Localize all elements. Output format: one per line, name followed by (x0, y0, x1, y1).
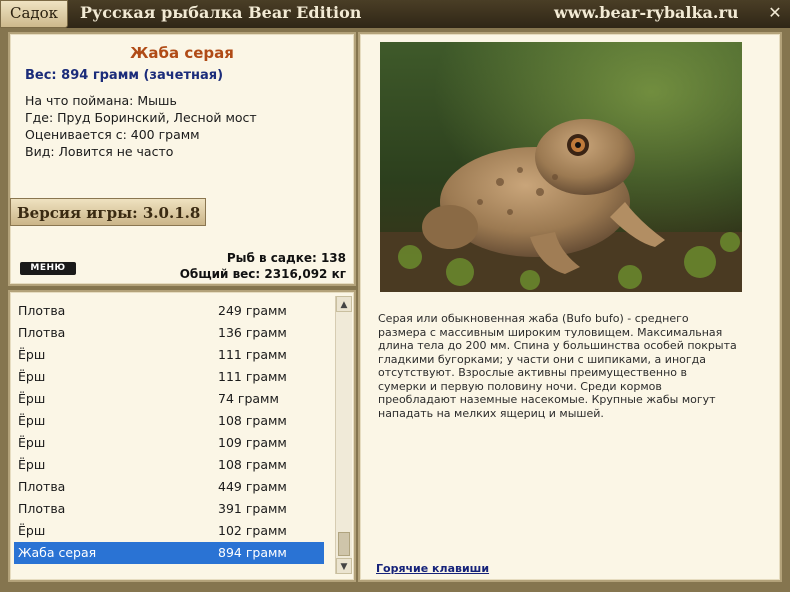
fish-name: Жаба серая (130, 44, 234, 62)
list-item[interactable]: Ёрш 108 грамм (14, 454, 324, 476)
tab-sadok[interactable]: Садок (0, 0, 68, 28)
list-item[interactable]: Ёрш 111 грамм (14, 366, 324, 388)
list-item-weight: 109 грамм (218, 435, 287, 450)
fish-details: На что поймана: Мышь Где: Пруд Боринский… (25, 92, 257, 160)
fish-weight: Вес: 894 грамм (зачетная) (25, 68, 224, 83)
detail-location: Где: Пруд Боринский, Лесной мост (25, 110, 257, 125)
fish-info-panel: Жаба серая Вес: 894 грамм (зачетная) На … (8, 32, 356, 286)
catch-list-panel: Плотва 249 грамм Плотва 136 грамм Ёрш 111 гра… (8, 290, 356, 582)
list-item-name: Плотва (18, 479, 66, 494)
list-item[interactable]: Ёрш 74 грамм (14, 388, 324, 410)
list-item-weight: 894 грамм (218, 545, 287, 560)
list-item[interactable]: Плотва 391 грамм (14, 498, 324, 520)
scroll-up-icon[interactable]: ▲ (336, 296, 352, 312)
list-item[interactable]: Ёрш 109 грамм (14, 432, 324, 454)
list-item-weight: 111 грамм (218, 347, 287, 362)
toad-illustration (380, 42, 742, 292)
list-item-weight: 108 грамм (218, 413, 287, 428)
list-item-name: Ёрш (18, 391, 46, 406)
list-item[interactable]: Ёрш 102 грамм (14, 520, 324, 542)
list-item-name: Ёрш (18, 457, 46, 472)
catch-list: Плотва 249 грамм Плотва 136 грамм Ёрш 111 гра… (14, 300, 324, 564)
list-item-name: Плотва (18, 303, 66, 318)
detail-rarity: Вид: Ловится не часто (25, 144, 174, 159)
fish-description: Серая или обыкновенная жаба (Bufo bufo) … (378, 312, 737, 420)
list-item-name: Ёрш (18, 413, 46, 428)
list-item[interactable]: Жаба серая 894 грамм (14, 542, 324, 564)
title-bar: Садок Русская рыбалка Bear Edition www.b… (0, 0, 790, 28)
fish-description-panel: Серая или обыкновенная жаба (Bufo bufo) … (358, 32, 782, 582)
list-item-name: Жаба серая (18, 545, 97, 560)
list-item-name: Плотва (18, 325, 66, 340)
list-item-weight: 111 грамм (218, 369, 287, 384)
menu-button[interactable]: МЕНЮ (20, 262, 76, 275)
site-link[interactable]: www.bear-rybalka.ru (554, 3, 739, 22)
list-item-name: Плотва (18, 501, 66, 516)
close-icon[interactable]: ✕ (766, 4, 784, 22)
list-item[interactable]: Ёрш 111 грамм (14, 344, 324, 366)
keepnet-stats: Рыб в садке: 138 Общий вес: 2316,092 кг (180, 250, 346, 282)
total-weight: Общий вес: 2316,092 кг (179, 267, 346, 281)
version-label: Версия игры: 3.0.1.8 (10, 198, 206, 226)
list-item-name: Ёрш (18, 523, 46, 538)
list-item-weight: 74 грамм (218, 391, 279, 406)
fish-count: Рыб в садке: 138 (226, 251, 346, 265)
hotkeys-link[interactable]: Горячие клавиши (376, 562, 489, 575)
list-item-weight: 391 грамм (218, 501, 287, 516)
scroll-thumb[interactable] (338, 532, 350, 556)
list-item[interactable]: Плотва 449 грамм (14, 476, 324, 498)
list-item-weight: 108 грамм (218, 457, 287, 472)
list-item-weight: 136 грамм (218, 325, 287, 340)
detail-bait: На что поймана: Мышь (25, 93, 177, 108)
list-item-weight: 249 грамм (218, 303, 287, 318)
scrollbar[interactable]: ▲ ▼ (335, 296, 352, 574)
list-item[interactable]: Плотва 136 грамм (14, 322, 324, 344)
detail-threshold: Оценивается с: 400 грамм (25, 127, 200, 142)
app-title: Русская рыбалка Bear Edition (80, 3, 362, 22)
list-item[interactable]: Плотва 249 грамм (14, 300, 324, 322)
list-item-name: Ёрш (18, 347, 46, 362)
list-item-weight: 102 грамм (218, 523, 287, 538)
list-item-name: Ёрш (18, 369, 46, 384)
list-item-name: Ёрш (18, 435, 46, 450)
list-item[interactable]: Ёрш 108 грамм (14, 410, 324, 432)
list-item-weight: 449 грамм (218, 479, 287, 494)
scroll-down-icon[interactable]: ▼ (336, 558, 352, 574)
fish-photo (380, 42, 742, 292)
